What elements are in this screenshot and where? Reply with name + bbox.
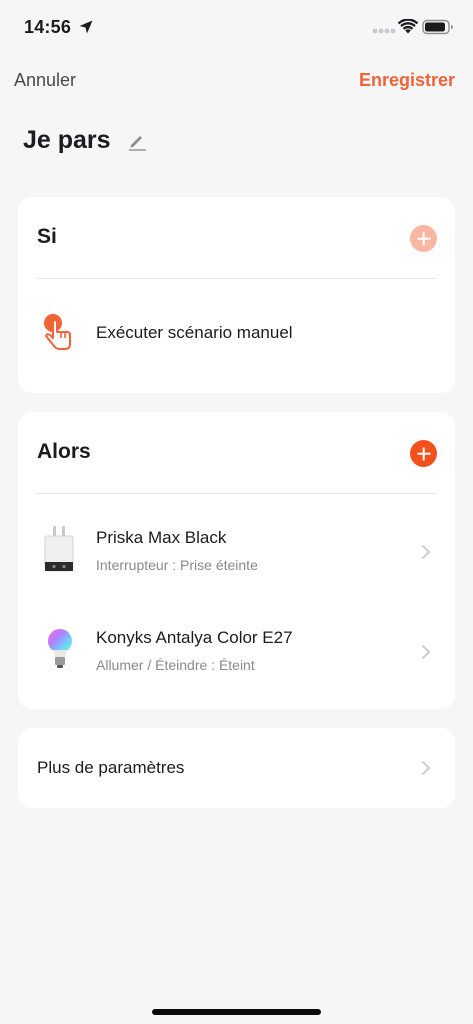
color-bulb-icon xyxy=(48,629,72,668)
action-detail: Allumer / Éteindre : Éteint xyxy=(96,657,255,673)
location-arrow-icon xyxy=(79,20,93,34)
if-header: Si xyxy=(18,197,455,279)
tap-hand-icon xyxy=(44,314,71,350)
if-header-label: Si xyxy=(37,225,57,248)
action-detail: Interrupteur : Prise éteinte xyxy=(96,557,258,573)
add-action-button[interactable] xyxy=(410,440,437,467)
more-settings-label: Plus de paramètres xyxy=(37,758,185,777)
action-title: Priska Max Black xyxy=(96,528,227,547)
pencil-icon[interactable] xyxy=(127,131,147,151)
divider xyxy=(36,493,437,494)
condition-label: Exécuter scénario manuel xyxy=(96,323,293,342)
status-bar: 14:56 xyxy=(0,0,473,56)
condition-manual-run[interactable]: Exécuter scénario manuel xyxy=(18,305,455,361)
then-card: Alors Priska Max Black Interrupteur : Pr… xyxy=(18,412,455,709)
add-condition-button[interactable] xyxy=(410,225,437,252)
more-settings-row[interactable]: Plus de paramètres xyxy=(18,728,455,808)
if-card: Si Exécuter scénario manuel xyxy=(18,197,455,393)
home-indicator[interactable] xyxy=(152,1009,321,1015)
status-time: 14:56 xyxy=(24,17,72,37)
action-title: Konyks Antalya Color E27 xyxy=(96,628,293,647)
signal-dots-icon xyxy=(372,28,396,34)
page-title: Je pars xyxy=(23,126,111,154)
smart-plug-icon xyxy=(44,526,74,572)
then-header-label: Alors xyxy=(37,440,91,463)
chevron-right-icon xyxy=(422,761,431,775)
cancel-button[interactable]: Annuler xyxy=(14,70,76,91)
battery-icon xyxy=(422,19,453,35)
then-header: Alors xyxy=(18,412,455,494)
scene-title-row: Je pars xyxy=(23,126,147,155)
divider xyxy=(36,278,437,279)
action-item-priska[interactable]: Priska Max Black Interrupteur : Prise ét… xyxy=(18,514,455,590)
wifi-icon xyxy=(398,19,418,34)
save-button[interactable]: Enregistrer xyxy=(359,70,455,91)
chevron-right-icon xyxy=(422,545,431,559)
action-item-konyks[interactable]: Konyks Antalya Color E27 Allumer / Étein… xyxy=(18,614,455,690)
chevron-right-icon xyxy=(422,645,431,659)
